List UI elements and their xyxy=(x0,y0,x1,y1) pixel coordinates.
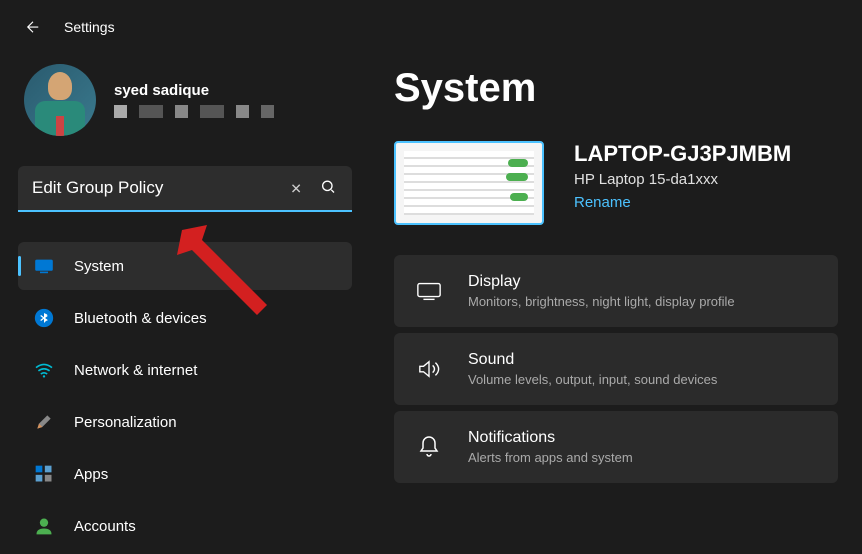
bluetooth-icon xyxy=(34,308,54,328)
apps-icon xyxy=(34,464,54,484)
card-title: Display xyxy=(468,273,735,291)
profile-email xyxy=(114,105,274,118)
sidebar-item-label: System xyxy=(74,258,124,275)
sidebar-item-label: Personalization xyxy=(74,414,177,431)
wifi-icon xyxy=(34,360,54,380)
profile-name: syed sadique xyxy=(114,82,274,99)
sidebar-item-bluetooth[interactable]: Bluetooth & devices xyxy=(18,294,352,342)
profile-section[interactable]: syed sadique xyxy=(18,54,352,154)
device-name: LAPTOP-GJ3PJMBM xyxy=(574,141,791,167)
search-icon[interactable] xyxy=(320,179,336,200)
sidebar-item-label: Apps xyxy=(74,466,108,483)
card-subtitle: Monitors, brightness, night light, displ… xyxy=(468,294,735,309)
card-notifications[interactable]: Notifications Alerts from apps and syste… xyxy=(394,411,838,483)
card-title: Sound xyxy=(468,351,717,369)
clear-icon[interactable]: ✕ xyxy=(290,181,302,198)
card-title: Notifications xyxy=(468,429,633,447)
sidebar-item-personalization[interactable]: Personalization xyxy=(18,398,352,446)
sidebar-item-system[interactable]: System xyxy=(18,242,352,290)
brush-icon xyxy=(34,412,54,432)
device-model: HP Laptop 15-da1xxx xyxy=(574,171,791,188)
page-title: System xyxy=(394,66,838,111)
device-thumbnail[interactable] xyxy=(394,141,544,225)
sidebar-item-network[interactable]: Network & internet xyxy=(18,346,352,394)
sidebar-item-label: Accounts xyxy=(74,518,136,535)
card-sound[interactable]: Sound Volume levels, output, input, soun… xyxy=(394,333,838,405)
person-icon xyxy=(34,516,54,536)
card-display[interactable]: Display Monitors, brightness, night ligh… xyxy=(394,255,838,327)
card-subtitle: Alerts from apps and system xyxy=(468,450,633,465)
sidebar-item-accounts[interactable]: Accounts xyxy=(18,502,352,550)
system-icon xyxy=(34,256,54,276)
sidebar-item-label: Bluetooth & devices xyxy=(74,310,207,327)
rename-link[interactable]: Rename xyxy=(574,194,791,211)
sidebar-item-apps[interactable]: Apps xyxy=(18,450,352,498)
card-subtitle: Volume levels, output, input, sound devi… xyxy=(468,372,717,387)
sidebar-item-label: Network & internet xyxy=(74,362,197,379)
back-button[interactable] xyxy=(24,18,42,36)
bell-icon xyxy=(416,435,442,459)
app-title: Settings xyxy=(64,19,115,35)
display-icon xyxy=(416,280,442,302)
avatar[interactable] xyxy=(24,64,96,136)
sound-icon xyxy=(416,358,442,380)
